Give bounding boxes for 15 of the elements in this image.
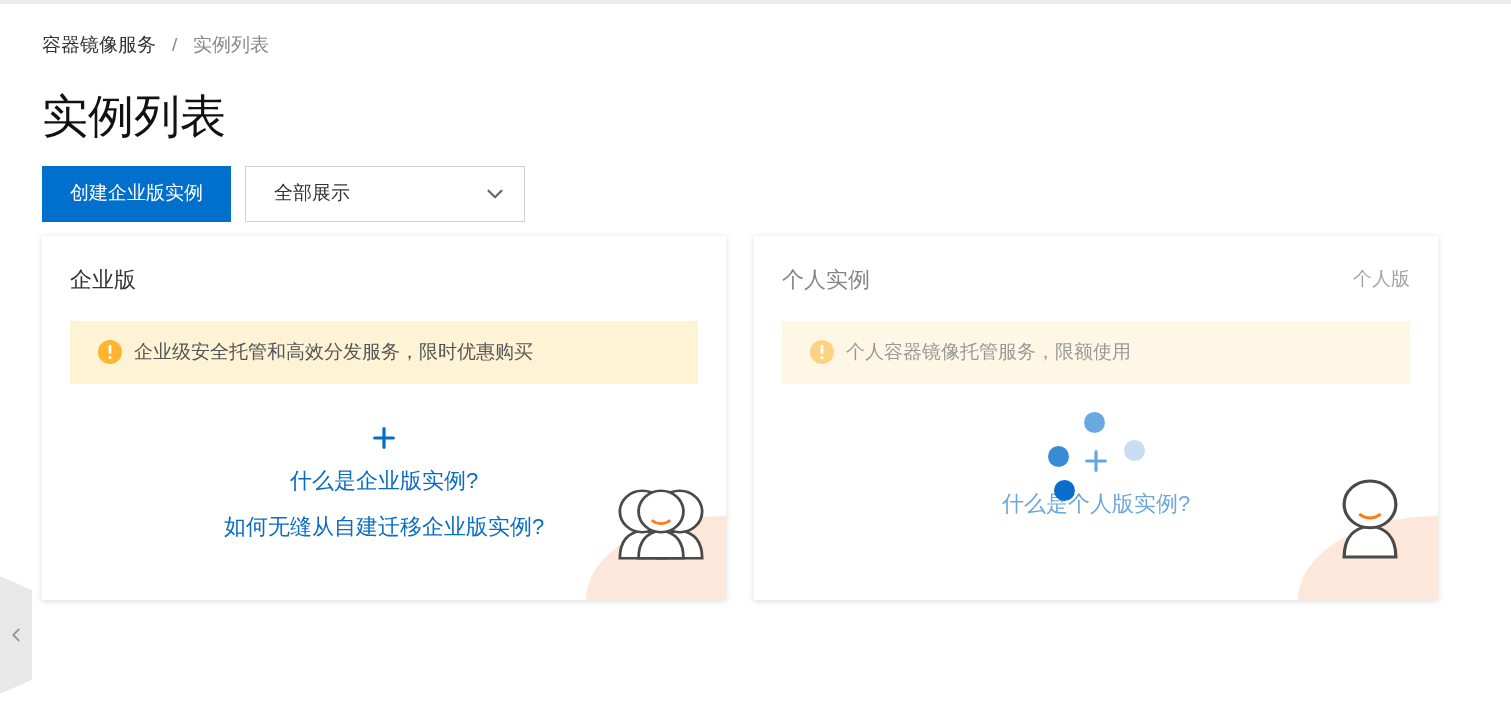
notice-text: 企业级安全托管和高效分发服务，限时优惠购买 <box>134 339 533 364</box>
create-instance-button[interactable]: 创建企业版实例 <box>42 165 231 222</box>
help-link[interactable]: 什么是企业版实例? <box>289 457 479 504</box>
help-link[interactable]: 如何无缝从自建迁移企业版实例? <box>223 503 545 550</box>
warning-icon <box>98 340 122 364</box>
filter-dropdown[interactable]: 全部展示 <box>245 165 525 222</box>
warning-icon <box>810 340 834 364</box>
breadcrumb-item[interactable]: 容器镜像服务 <box>42 31 156 60</box>
breadcrumb-item: 实例列表 <box>193 33 270 57</box>
card-title: 企业版 <box>70 266 136 294</box>
card-title: 个人实例 <box>782 266 870 294</box>
notice-text: 个人容器镜像托管服务，限额使用 <box>846 339 1131 364</box>
page-title: 实例列表 <box>42 88 227 144</box>
card-tag: 个人版 <box>1353 265 1410 294</box>
breadcrumb-separator: / <box>172 33 178 57</box>
